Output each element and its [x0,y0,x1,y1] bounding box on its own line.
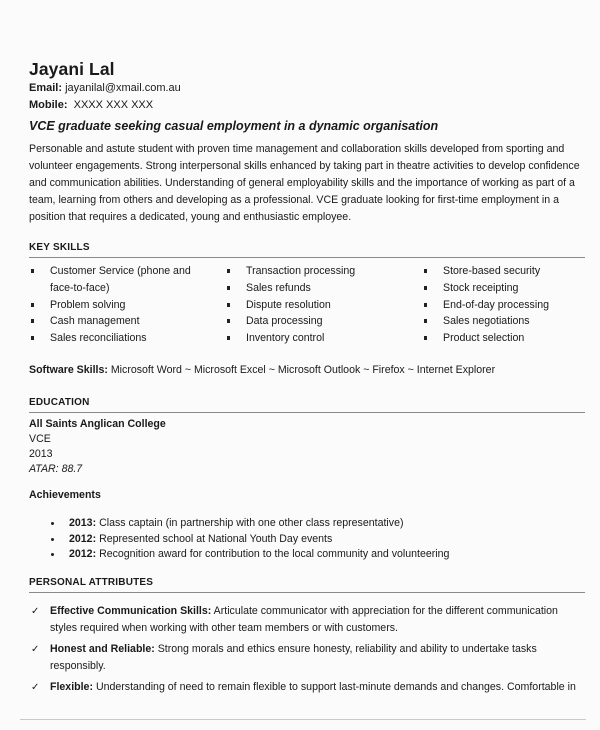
achievements-heading: Achievements [29,489,101,501]
skill-item: Product selection [422,330,582,347]
achievements-list: 2013: Class captain (in partnership with… [49,516,449,563]
skills-column-2: Transaction processing Sales refunds Dis… [225,263,395,347]
mobile-value: XXXX XXX XXX [73,99,154,111]
skill-item: Inventory control [225,330,395,347]
attribute-item: ✓ Flexible: Understanding of need to rema… [29,679,585,696]
checkmark-icon: ✓ [31,682,40,693]
bullet-square-icon [227,269,230,273]
bullet-square-icon [424,285,427,290]
bullet-square-icon [31,269,34,273]
attribute-item: ✓ Effective Communication Skills: Articul… [31,605,558,634]
checkmark-icon: ✓ [31,606,40,617]
bullet-square-icon [227,319,230,324]
qualification: VCE [29,433,51,445]
skill-item: Problem solving [29,297,199,314]
atar-score: ATAR: 88.7 [29,463,83,475]
bullet-square-icon [227,336,230,341]
achievement-item: 2013: Class captain (in partnership with… [49,516,449,532]
education-divider [29,412,585,413]
skill-item: End-of-day processing [422,297,582,314]
software-skills-label: Software Skills: [29,364,108,376]
email-label: Email: [29,82,63,94]
resume-page: Jayani Lal Email: jayanilal@xmail.com.au… [4,3,596,727]
mobile-label: Mobile: [29,99,68,111]
checkmark-icon: ✓ [31,644,40,655]
bullet-square-icon [424,302,427,307]
achievement-item: 2012: Represented school at National You… [49,532,449,548]
personal-attributes-divider [29,592,585,593]
email-line: Email: jayanilal@xmail.com.au [29,82,181,94]
personal-attributes-heading: PERSONAL ATTRIBUTES [29,577,154,588]
bullet-dot-icon [51,553,54,556]
personal-attributes-list: ✓ Effective Communication Skills: Articul… [29,603,585,700]
bullet-square-icon [424,269,427,273]
bullet-square-icon [31,302,34,307]
skills-column-1: Customer Service (phone and face-to-face… [29,263,199,347]
key-skills-divider [29,257,585,258]
bullet-square-icon [31,336,34,341]
skill-item: Store-based security [422,263,582,280]
skill-item: Sales negotiations [422,313,582,330]
skill-item: Sales reconciliations [29,330,199,347]
attribute-item: ✓ Honest and Reliable: Strong morals and … [31,643,537,672]
page-bottom-divider [20,719,586,720]
bullet-square-icon [227,302,230,307]
skill-item: Data processing [225,313,395,330]
skill-item: Transaction processing [225,263,395,280]
key-skills-heading: KEY SKILLS [29,242,90,253]
career-objective: VCE graduate seeking casual employment i… [29,119,439,133]
bullet-square-icon [424,336,427,341]
skill-item: Customer Service (phone and face-to-face… [29,263,199,297]
bullet-dot-icon [51,522,54,525]
mobile-line: Mobile: XXXX XXX XXX [29,99,153,111]
bullet-dot-icon [51,537,54,541]
software-skills-value: Microsoft Word ~ Microsoft Excel ~ Micro… [110,364,496,376]
bullet-square-icon [227,285,230,290]
professional-summary: Personable and astute student with prove… [29,143,580,223]
software-skills: Software Skills: Microsoft Word ~ Micros… [29,364,495,376]
skill-item: Cash management [29,313,199,330]
school-name: All Saints Anglican College [29,418,166,430]
email-value: jayanilal@xmail.com.au [65,82,181,94]
skill-item: Stock receipting [422,280,582,297]
education-heading: EDUCATION [29,397,90,408]
skill-item: Sales refunds [225,280,395,297]
skill-item: Dispute resolution [225,297,395,314]
skills-column-3: Store-based security Stock receipting En… [422,263,582,347]
graduation-year: 2013 [29,448,53,460]
achievement-item: 2012: Recognition award for contribution… [49,547,449,563]
candidate-name: Jayani Lal [29,59,115,79]
bullet-square-icon [31,319,34,324]
bullet-square-icon [424,319,427,324]
